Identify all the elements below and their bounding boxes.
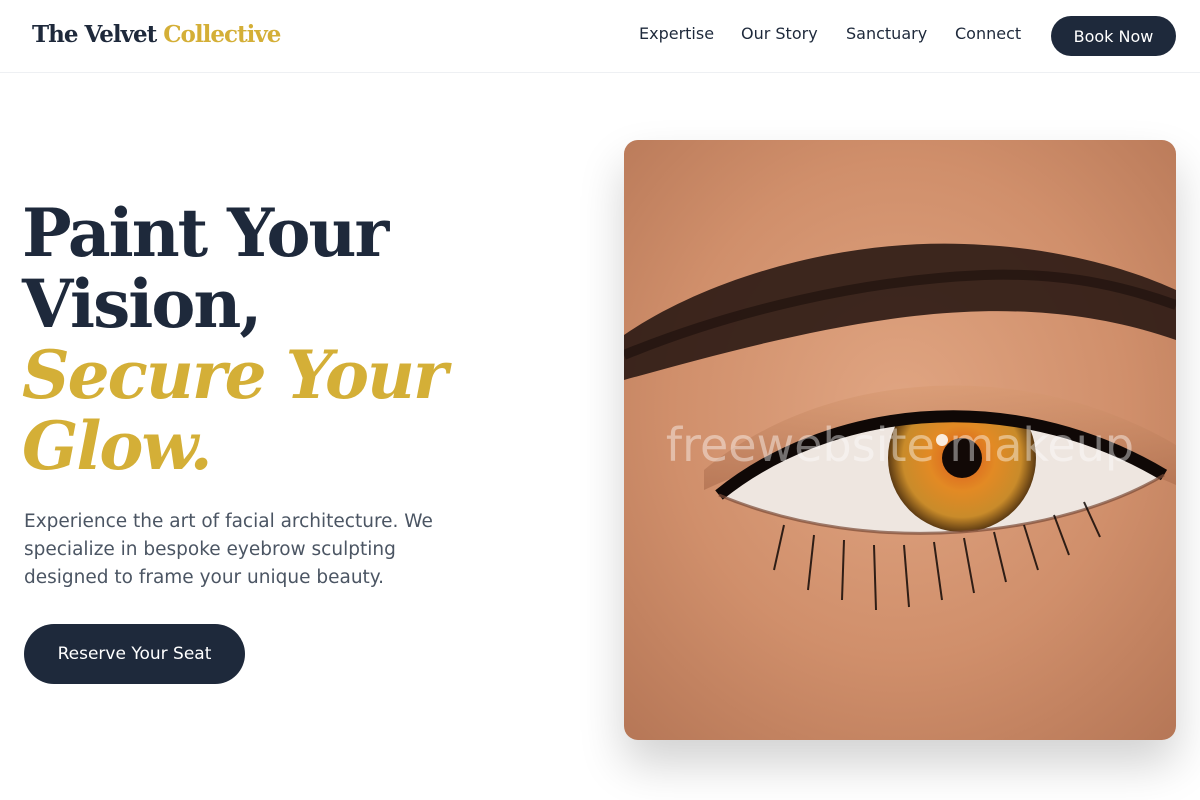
nav-link-sanctuary[interactable]: Sanctuary (846, 24, 927, 43)
book-now-button[interactable]: Book Now (1051, 16, 1176, 56)
brand-name-accent: Collective (163, 21, 281, 48)
brand-logo[interactable]: The Velvet Collective (32, 21, 281, 48)
hero-eye-image: freewebsite makeup (624, 140, 1176, 740)
hero-description: Experience the art of facial architectur… (24, 511, 433, 588)
hero-title-line: Paint Your (22, 194, 389, 272)
nav-link-our-story[interactable]: Our Story (741, 24, 818, 43)
site-header: The Velvet Collective Expertise Our Stor… (0, 0, 1200, 73)
image-watermark: freewebsite makeup (665, 418, 1135, 472)
reserve-seat-button[interactable]: Reserve Your Seat (24, 624, 245, 684)
hero-title: Paint Your Vision, Secure Your Glow. (22, 198, 462, 482)
nav-link-expertise[interactable]: Expertise (639, 24, 714, 43)
nav-link-connect[interactable]: Connect (955, 24, 1021, 43)
hero-title-accent-line: Secure Your (22, 336, 448, 414)
hero-title-accent-line: Glow. (22, 407, 213, 485)
hero-title-line: Vision, (22, 265, 262, 343)
brand-name: The Velvet (32, 21, 157, 48)
